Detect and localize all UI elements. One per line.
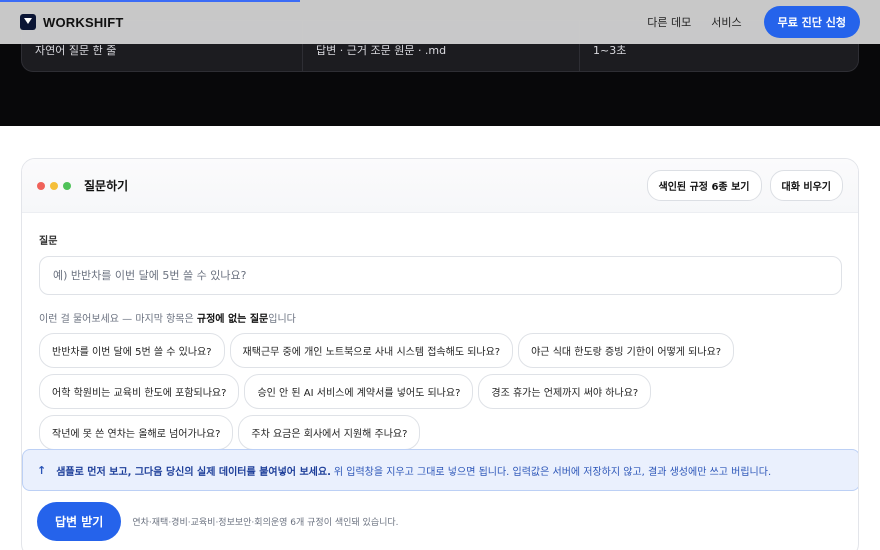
card-header: 질문하기 색인된 규정 6종 보기 대화 비우기 <box>22 159 858 213</box>
brand-name: WORKSHIFT <box>43 14 124 30</box>
card-title: 질문하기 <box>84 179 129 193</box>
suggestion-chip[interactable]: 어학 학원비는 교육비 한도에 포함되나요? <box>39 374 240 409</box>
top-nav: WORKSHIFT 다른 데모 서비스 무료 진단 신청 <box>0 0 880 44</box>
green-dot-icon <box>63 181 71 190</box>
suggestion-chip[interactable]: 주차 요금은 회사에서 지원해 주나요? <box>238 415 421 450</box>
suggestion-chip[interactable]: 야근 식대 한도랑 증빙 기한이 어떻게 되나요? <box>518 333 735 368</box>
indexed-rules-note: 연차·재택·경비·교육비·정보보안·회의운영 6개 규정이 색인돼 있습니다. <box>132 518 399 528</box>
card-body: 질문 이런 걸 물어보세요 — 마지막 항목은 규정에 없는 질문입니다 반반차… <box>22 232 858 450</box>
suggestion-hint: 이런 걸 물어보세요 — 마지막 항목은 규정에 없는 질문입니다 <box>39 310 841 325</box>
window-dots <box>37 181 71 190</box>
free-diagnosis-button[interactable]: 무료 진단 신청 <box>763 6 860 38</box>
suggestion-chip[interactable]: 경조 휴가는 언제까지 써야 하나요? <box>478 374 652 409</box>
sample-data-notice: ↑ 샘플로 먼저 보고, 그다음 당신의 실제 데이터를 붙여넣어 보세요. 위… <box>22 449 858 491</box>
view-indexed-rules-button[interactable]: 색인된 규정 6종 보기 <box>646 170 762 201</box>
arrow-up-icon: ↑ <box>37 463 47 477</box>
question-input[interactable] <box>39 256 842 295</box>
scroll-progress-bar <box>0 0 300 2</box>
card-footer: 답변 받기 연차·재택·경비·교육비·정보보안·회의운영 6개 규정이 색인돼 … <box>37 502 399 541</box>
header-actions: 색인된 규정 6종 보기 대화 비우기 <box>646 170 843 201</box>
yellow-dot-icon <box>50 181 58 190</box>
hint-suffix: 입니다 <box>268 314 296 325</box>
notice-text: 위 입력창을 지우고 그대로 넣으면 됩니다. 입력값은 서버에 저장하지 않고… <box>333 466 772 478</box>
suggestion-chip[interactable]: 작년에 못 쓴 연차는 올해로 넘어가나요? <box>39 415 234 450</box>
notice-bold: 샘플로 먼저 보고, 그다음 당신의 실제 데이터를 붙여넣어 보세요. <box>56 466 331 478</box>
suggestion-chip[interactable]: 반반차를 이번 달에 5번 쓸 수 있나요? <box>39 333 225 368</box>
hint-prefix: 이런 걸 물어보세요 — 마지막 항목은 <box>39 314 197 325</box>
brand-logo[interactable]: WORKSHIFT <box>20 14 124 30</box>
nav-link-other-demos[interactable]: 다른 데모 <box>647 14 691 30</box>
clear-chat-button[interactable]: 대화 비우기 <box>769 170 843 201</box>
logo-icon <box>20 14 36 30</box>
red-dot-icon <box>37 181 45 190</box>
nav-link-services[interactable]: 서비스 <box>711 14 741 30</box>
nav-links: 다른 데모 서비스 무료 진단 신청 <box>647 6 860 38</box>
question-label: 질문 <box>39 236 58 247</box>
hint-bold: 규정에 없는 질문 <box>196 314 269 325</box>
chat-card: 질문하기 색인된 규정 6종 보기 대화 비우기 질문 이런 걸 물어보세요 —… <box>21 158 859 550</box>
suggestion-chips: 반반차를 이번 달에 5번 쓸 수 있나요? 재택근무 중에 개인 노트북으로 … <box>39 333 849 450</box>
get-answer-button[interactable]: 답변 받기 <box>37 502 122 541</box>
suggestion-chip[interactable]: 재택근무 중에 개인 노트북으로 사내 시스템 접속해도 되나요? <box>229 333 514 368</box>
suggestion-chip[interactable]: 승인 안 된 AI 서비스에 계약서를 넣어도 되나요? <box>244 374 474 409</box>
